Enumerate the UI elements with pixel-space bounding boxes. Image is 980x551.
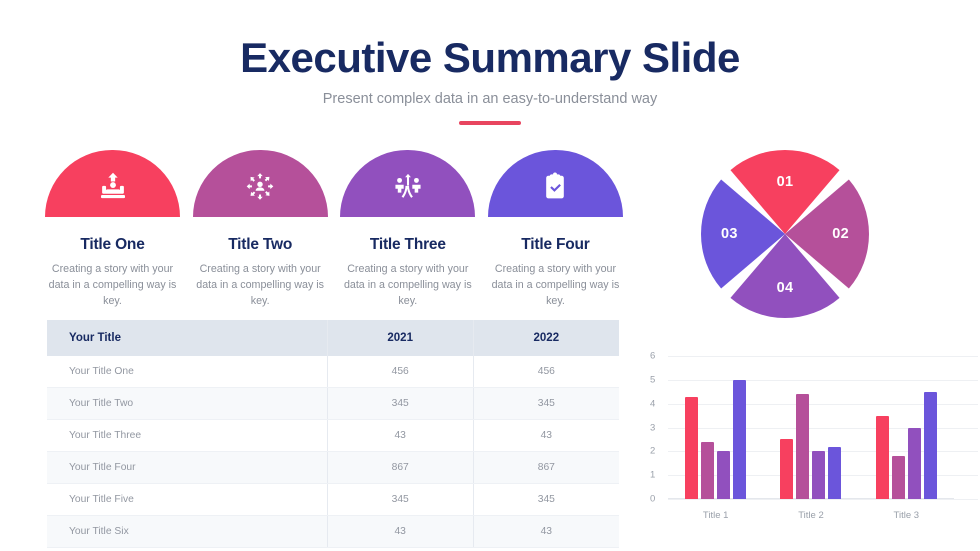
row-value-2022: 43 <box>472 419 619 452</box>
bar-chart-y-tick: 1 <box>650 469 656 481</box>
bar[interactable] <box>875 415 889 499</box>
row-value-2021: 43 <box>326 515 474 548</box>
table-row[interactable]: Your Title Three 43 43 <box>47 419 619 452</box>
row-label: Your Title Three <box>47 419 328 452</box>
bar[interactable] <box>796 394 810 499</box>
row-value-2021: 867 <box>326 451 474 484</box>
bar-group <box>780 356 842 499</box>
bar-chart-y-tick: 4 <box>650 398 656 410</box>
person-growth-arrow-icon <box>100 172 125 198</box>
card-dome-four <box>487 150 623 217</box>
bar-chart-groups <box>668 356 954 499</box>
feature-card-row: Title One Creating a story with your dat… <box>45 150 623 309</box>
row-label: Your Title One <box>47 356 328 388</box>
bar-chart-plot-area <box>668 356 954 499</box>
bar[interactable] <box>923 391 937 499</box>
team-collaboration-icon <box>395 173 421 198</box>
bar-chart-y-tick: 6 <box>650 350 656 362</box>
card-dome-three <box>340 150 476 217</box>
bar-group <box>685 356 747 499</box>
feature-card-one[interactable]: Title One Creating a story with your dat… <box>45 150 180 309</box>
card-title-one: Title One <box>80 236 145 253</box>
feature-card-four[interactable]: Title Four Creating a story with your da… <box>487 150 623 309</box>
row-value-2022: 345 <box>472 387 619 420</box>
card-desc-one: Creating a story with your data in a com… <box>48 263 177 307</box>
row-value-2022: 456 <box>472 356 619 388</box>
grouped-bar-chart: 0 1 2 3 4 5 6 Title 1 Title 2 Title 3 <box>650 350 978 525</box>
bar-chart-gridline <box>668 499 978 500</box>
summary-table: Your Title 2021 2022 Your Title One 456 … <box>47 320 619 548</box>
row-label: Your Title Two <box>47 387 328 420</box>
feature-card-three[interactable]: Title Three Creating a story with your d… <box>340 150 476 309</box>
row-label: Your Title Five <box>47 483 328 516</box>
table-body: Your Title One 456 456 Your Title Two 34… <box>47 356 619 548</box>
table-header-your-title: Your Title <box>47 320 328 356</box>
bar-chart-y-tick: 0 <box>650 493 656 505</box>
row-value-2021: 345 <box>326 387 474 420</box>
bar-chart-x-tick: Title 3 <box>893 510 920 521</box>
bar-chart-x-tick: Title 1 <box>702 510 729 521</box>
title-underline-rule <box>459 121 521 125</box>
bar-chart-y-tick: 5 <box>650 374 656 386</box>
card-desc-two: Creating a story with your data in a com… <box>196 263 325 307</box>
table-row[interactable]: Your Title Four 867 867 <box>47 451 619 484</box>
bar-chart-y-tick: 3 <box>650 422 656 433</box>
bar[interactable] <box>907 427 921 499</box>
page-subtitle: Present complex data in an easy-to-under… <box>322 91 658 108</box>
person-network-arrows-icon <box>246 172 274 200</box>
slide-header: Executive Summary Slide Present complex … <box>0 34 980 125</box>
card-dome-two <box>192 150 328 217</box>
bar[interactable] <box>717 451 731 499</box>
row-value-2022: 867 <box>472 451 619 484</box>
row-value-2021: 345 <box>326 483 474 516</box>
card-title-three: Title Three <box>369 236 446 253</box>
table-header-2021: 2021 <box>326 320 474 356</box>
table-header-row: Your Title 2021 2022 <box>47 320 619 356</box>
row-value-2021: 456 <box>326 356 474 388</box>
feature-card-two[interactable]: Title Two Creating a story with your dat… <box>192 150 328 309</box>
bar-chart-x-labels: Title 1 Title 2 Title 3 <box>668 510 954 521</box>
row-value-2021: 43 <box>326 419 474 452</box>
clipboard-check-icon <box>546 172 565 198</box>
table-row[interactable]: Your Title Two 345 345 <box>47 387 619 420</box>
row-value-2022: 43 <box>472 515 619 548</box>
pie-chart-svg <box>701 150 869 318</box>
bar[interactable] <box>812 451 826 499</box>
card-title-four: Title Four <box>521 236 590 253</box>
bar[interactable] <box>780 439 794 499</box>
bar-chart-x-tick: Title 2 <box>798 510 824 521</box>
card-desc-three: Creating a story with your data in a com… <box>343 263 472 307</box>
bar-chart-y-tick: 2 <box>650 445 656 457</box>
bar-group <box>875 356 937 499</box>
table-row[interactable]: Your Title Five 345 345 <box>47 483 619 516</box>
bar[interactable] <box>733 379 747 499</box>
page-title: Executive Summary Slide <box>240 34 740 81</box>
table-row[interactable]: Your Title Six 43 43 <box>47 515 619 548</box>
card-title-two: Title Two <box>228 236 293 253</box>
quadrant-pie-chart: 01 02 04 03 <box>699 148 871 320</box>
bar[interactable] <box>701 441 715 499</box>
table-header-2022: 2022 <box>472 320 619 356</box>
card-dome-one <box>45 150 180 217</box>
row-label: Your Title Six <box>47 515 328 548</box>
table-row[interactable]: Your Title One 456 456 <box>47 356 619 388</box>
row-label: Your Title Four <box>47 451 328 484</box>
row-value-2022: 345 <box>472 483 619 516</box>
card-desc-four: Creating a story with your data in a com… <box>491 263 620 307</box>
bar[interactable] <box>685 396 699 499</box>
bar[interactable] <box>891 456 905 499</box>
summary-table-wrapper: Your Title 2021 2022 Your Title One 456 … <box>47 320 619 548</box>
bar[interactable] <box>828 446 842 499</box>
